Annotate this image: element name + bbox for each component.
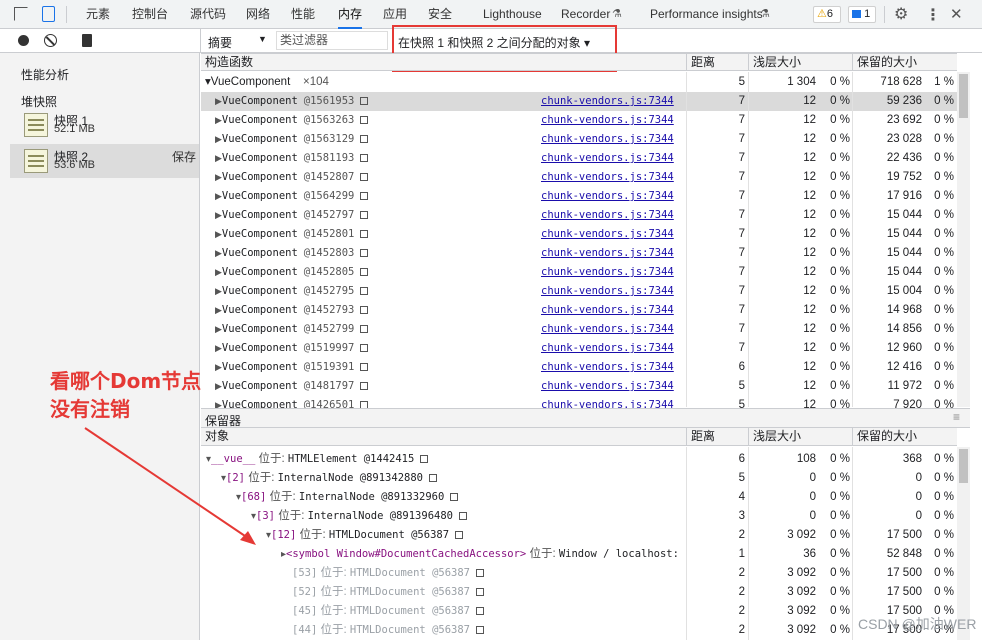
annotation-arrow: [84, 427, 256, 545]
watermark: CSDN @加油WER: [858, 616, 977, 632]
